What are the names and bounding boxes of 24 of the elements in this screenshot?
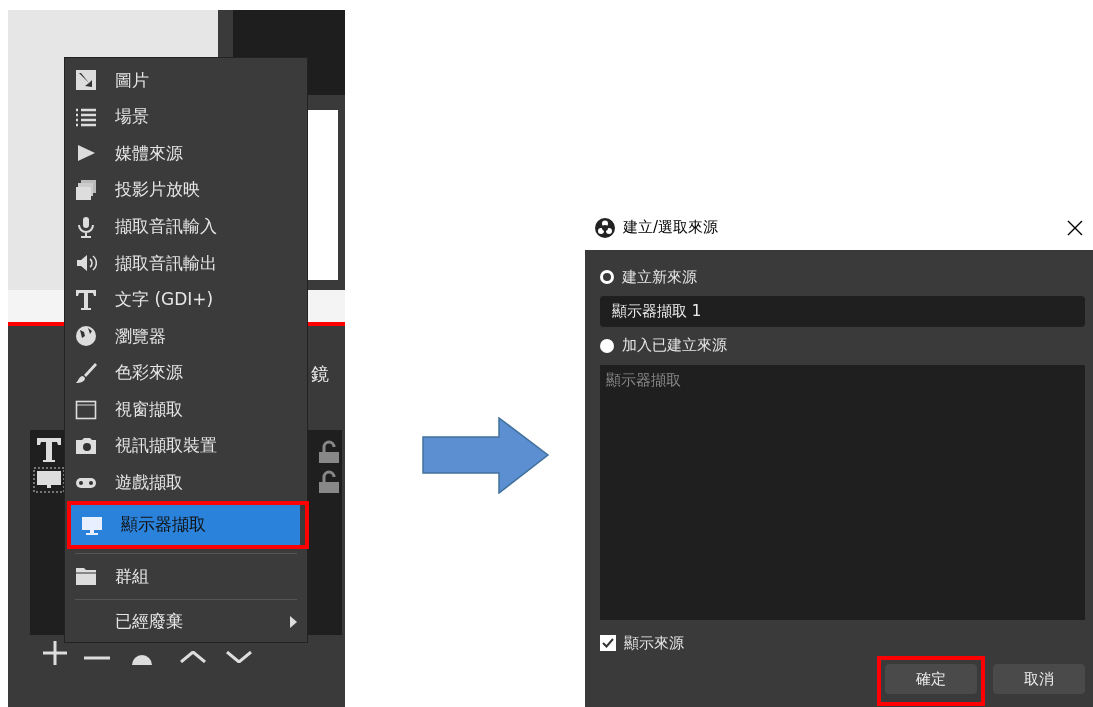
menu-item[interactable]: 遊戲擷取 [65, 464, 307, 502]
radio-option[interactable]: 建立新來源 [600, 262, 1085, 292]
menu-item[interactable]: 顯示器擷取 [71, 505, 300, 546]
menu-item[interactable]: 視窗擷取 [65, 391, 307, 428]
dock-title: 鏡 [311, 362, 329, 386]
menu-item[interactable]: 場景 [65, 98, 307, 136]
menu-item[interactable]: 已經廢棄 [65, 603, 307, 641]
list-item[interactable]: 顯示器擷取 [606, 368, 1079, 391]
checkbox-option[interactable]: 顯示來源 [600, 631, 1085, 654]
menu-item[interactable]: 媒體來源 [65, 135, 307, 172]
menu-item[interactable]: 色彩來源 [65, 354, 307, 392]
dialog-title: 建立/選取來源 [623, 217, 719, 239]
menu-item[interactable]: 圖片 [65, 62, 307, 99]
menu-item[interactable]: 視訊擷取裝置 [65, 427, 307, 465]
menu-item[interactable]: 投影片放映 [65, 171, 307, 209]
radio-option[interactable]: 加入已建立來源 [600, 330, 1085, 361]
menu-item[interactable]: 瀏覽器 [65, 318, 307, 355]
menu-item[interactable]: 擷取音訊輸出 [65, 244, 307, 282]
menu-item[interactable]: 擷取音訊輸入 [65, 208, 307, 245]
cancel-button[interactable]: 取消 [993, 664, 1085, 694]
menu-item[interactable]: 群組 [65, 558, 307, 595]
ok-button[interactable]: 確定 [885, 664, 977, 694]
name-field[interactable]: 顯示器擷取 1 [600, 296, 1085, 327]
menu-item[interactable]: 文字 (GDI+) [65, 281, 307, 319]
